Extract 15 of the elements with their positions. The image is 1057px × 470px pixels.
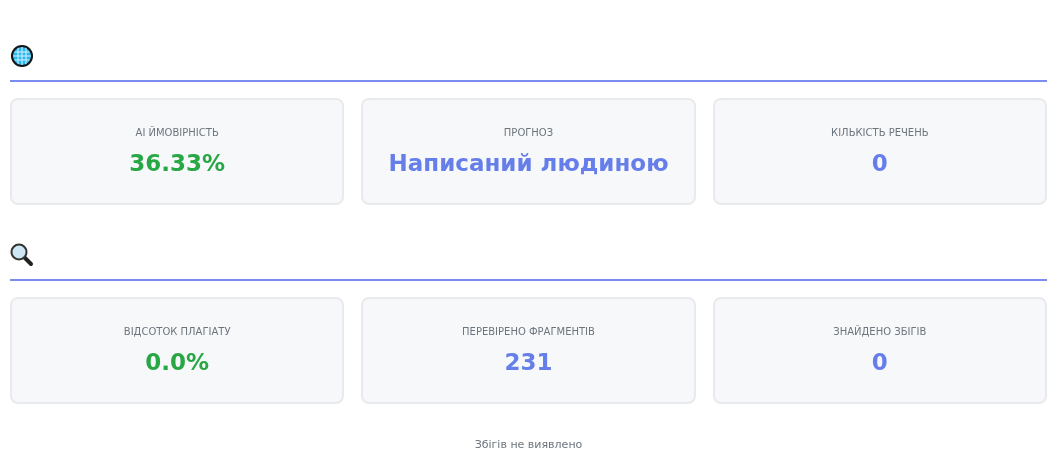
- metric-value: 36.33%: [129, 150, 226, 176]
- metric-label: КІЛЬКІСТЬ РЕЧЕНЬ: [831, 127, 929, 138]
- metric-value: Написаний людиною: [388, 150, 669, 176]
- metric-value: 0: [871, 349, 888, 375]
- metric-label: ЗНАЙДЕНО ЗБІГІВ: [833, 326, 927, 337]
- metric-label: ВІДСОТОК ПЛАГІАТУ: [123, 326, 231, 337]
- metric-value: 0: [871, 150, 888, 176]
- status-note: Збігів не виявлено: [473, 438, 584, 451]
- metric-label: ПРОГНОЗ: [503, 127, 554, 138]
- metric-value: 0.0%: [145, 349, 210, 375]
- metric-label: ПЕРЕВІРЕНО ФРАГМЕНТІВ: [462, 326, 595, 337]
- search-icon: [10, 243, 34, 267]
- metric-value: 231: [504, 349, 553, 375]
- metric-label: AI ЙМОВІРНІСТЬ: [135, 127, 219, 138]
- globe-icon: [10, 44, 34, 68]
